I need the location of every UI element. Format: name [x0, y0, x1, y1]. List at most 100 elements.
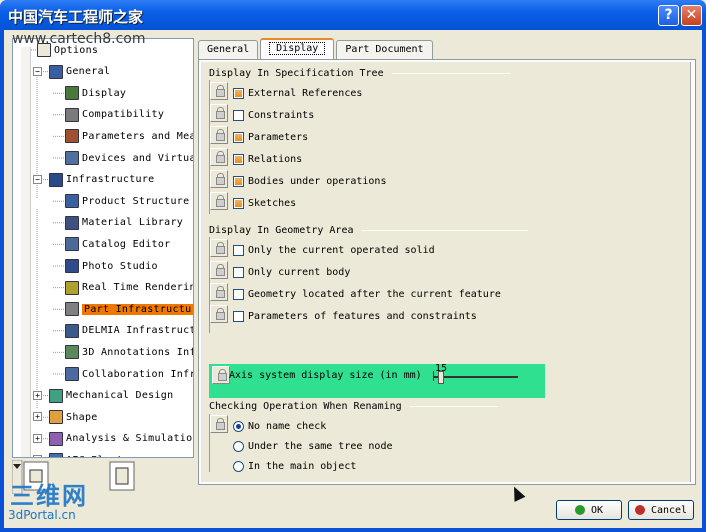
- checkbox[interactable]: [233, 153, 244, 165]
- axis-size-slider-track[interactable]: [434, 376, 518, 378]
- lock-icon[interactable]: [210, 305, 228, 323]
- lock-icon[interactable]: [210, 192, 228, 210]
- tree-item[interactable]: Compatibility: [65, 106, 164, 124]
- tree-item[interactable]: Mechanical Design: [49, 387, 173, 405]
- lock-icon[interactable]: [210, 82, 228, 100]
- tree-item-label: Display: [82, 87, 127, 99]
- lock-icon[interactable]: [210, 283, 228, 301]
- tree-item[interactable]: Product Structure: [65, 192, 189, 210]
- display-settings: Display In Specification Tree External R…: [201, 62, 691, 482]
- tree-expander-icon[interactable]: +: [33, 390, 42, 400]
- option-checkbox[interactable]: Parameters of features and constraints: [233, 308, 477, 324]
- option-label: Parameters of features and constraints: [248, 310, 477, 322]
- checkbox[interactable]: [233, 175, 244, 187]
- checkbox[interactable]: [233, 244, 244, 256]
- tree-item-label: Infrastructure: [66, 174, 155, 186]
- checkbox[interactable]: [233, 131, 244, 143]
- tree-item-label: Mechanical Design: [66, 390, 174, 402]
- option-checkbox[interactable]: Bodies under operations: [233, 173, 386, 189]
- tree-item[interactable]: Catalog Editor: [65, 235, 171, 253]
- tree-item[interactable]: Shape: [49, 408, 98, 426]
- lock-icon[interactable]: [210, 261, 228, 279]
- collaboration-icon: [65, 367, 79, 381]
- tree-expander-icon[interactable]: −: [33, 66, 42, 76]
- tree-item[interactable]: Real Time Rendering: [65, 279, 193, 297]
- checkbox[interactable]: [233, 197, 244, 209]
- tree-item-label: Devices and Virtual: [82, 152, 194, 164]
- option-checkbox[interactable]: Relations: [233, 151, 302, 167]
- option-checkbox[interactable]: Only current body: [233, 264, 350, 280]
- checkbox[interactable]: [233, 288, 244, 300]
- tree-item-label: 3D Annotations Infra: [82, 346, 193, 358]
- option-checkbox[interactable]: Geometry located after the current featu…: [233, 286, 501, 302]
- tree-item[interactable]: Photo Studio: [65, 257, 158, 275]
- tree-item[interactable]: Material Library: [65, 214, 183, 232]
- tab-display[interactable]: Display: [260, 38, 335, 60]
- lock-icon[interactable]: [210, 170, 228, 188]
- lock-icon[interactable]: [210, 104, 228, 122]
- tree-item-label: Collaboration Infras: [82, 368, 193, 380]
- checkbox[interactable]: [233, 266, 244, 278]
- close-button[interactable]: ✕: [681, 5, 702, 26]
- checkbox[interactable]: [233, 109, 244, 121]
- tree-expander-icon[interactable]: +: [33, 433, 42, 443]
- options-tree[interactable]: Options General − Display Compatibility Param…: [12, 38, 194, 458]
- tree-item-label: Parameters and Measu: [82, 130, 193, 142]
- radio-button[interactable]: [233, 420, 244, 432]
- help-button[interactable]: ?: [658, 5, 679, 26]
- option-checkbox[interactable]: Sketches: [233, 195, 296, 211]
- tree-item[interactable]: Devices and Virtual: [65, 149, 194, 167]
- tree-item-label: Compatibility: [82, 109, 165, 121]
- tree-item-label: Analysis & Simulation: [66, 433, 194, 445]
- option-radio[interactable]: Under the same tree node: [233, 438, 393, 454]
- shape-icon: [49, 410, 63, 425]
- radio-button[interactable]: [233, 440, 244, 452]
- tab-panel: Display In Specification Tree External R…: [198, 59, 696, 485]
- cancel-button[interactable]: Cancel: [628, 500, 694, 520]
- tree-item[interactable]: Part Infrastructure: [65, 300, 193, 318]
- ok-button[interactable]: OK: [556, 500, 622, 520]
- option-radio[interactable]: In the main object: [233, 458, 356, 474]
- tree-item-label: Product Structure: [82, 195, 190, 207]
- tree-item[interactable]: 3D Annotations Infra: [65, 343, 193, 361]
- option-checkbox[interactable]: Constraints: [233, 107, 314, 123]
- radio-button[interactable]: [233, 460, 244, 472]
- lock-icon[interactable]: [210, 148, 228, 166]
- tree-item[interactable]: General: [49, 63, 110, 81]
- tree-expander-icon[interactable]: +: [33, 455, 42, 457]
- option-checkbox[interactable]: Only the current operated solid: [233, 242, 435, 258]
- tree-expander-icon[interactable]: −: [33, 174, 42, 184]
- devices-icon: [65, 151, 79, 165]
- tree-expander-icon[interactable]: +: [33, 412, 42, 422]
- option-checkbox[interactable]: External References: [233, 85, 362, 101]
- tree-item[interactable]: Parameters and Measu: [65, 127, 193, 145]
- lock-icon[interactable]: [210, 239, 228, 257]
- tree-item[interactable]: AEC Plant: [49, 451, 123, 457]
- checkbox[interactable]: [233, 87, 244, 99]
- lock-icon[interactable]: [212, 366, 230, 384]
- option-radio[interactable]: No name check: [233, 418, 326, 434]
- lock-icon[interactable]: [210, 415, 228, 433]
- watermark-text: www.cartech8.com: [12, 31, 146, 47]
- geometry-section-title: Display In Geometry Area: [209, 225, 528, 236]
- tab-general[interactable]: General: [198, 40, 259, 60]
- title-bar[interactable]: 中国汽车工程师之家 ? ✕: [0, 0, 706, 30]
- tree-item[interactable]: Collaboration Infras: [65, 365, 193, 383]
- checkbox[interactable]: [233, 310, 244, 322]
- tree-item[interactable]: Display: [65, 84, 126, 102]
- lock-icon[interactable]: [210, 126, 228, 144]
- tree-item[interactable]: Infrastructure: [49, 171, 155, 189]
- option-checkbox[interactable]: Parameters: [233, 129, 308, 145]
- axis-size-label: Axis system display size (in mm): [229, 370, 422, 381]
- option-label: Sketches: [248, 197, 297, 209]
- tab-part-document[interactable]: Part Document: [336, 40, 433, 60]
- tree-item[interactable]: Analysis & Simulation: [49, 430, 194, 448]
- axis-size-slider-thumb[interactable]: [438, 371, 444, 384]
- tree-item[interactable]: DELMIA Infrastructur: [65, 322, 193, 340]
- tree-item-label: DELMIA Infrastructur: [82, 325, 193, 337]
- tree-item-label: General: [66, 66, 111, 78]
- tree-scrollbar[interactable]: [21, 47, 31, 457]
- ok-icon: [574, 505, 585, 515]
- photo-studio-icon: [65, 259, 79, 273]
- delmia-icon: [65, 323, 79, 338]
